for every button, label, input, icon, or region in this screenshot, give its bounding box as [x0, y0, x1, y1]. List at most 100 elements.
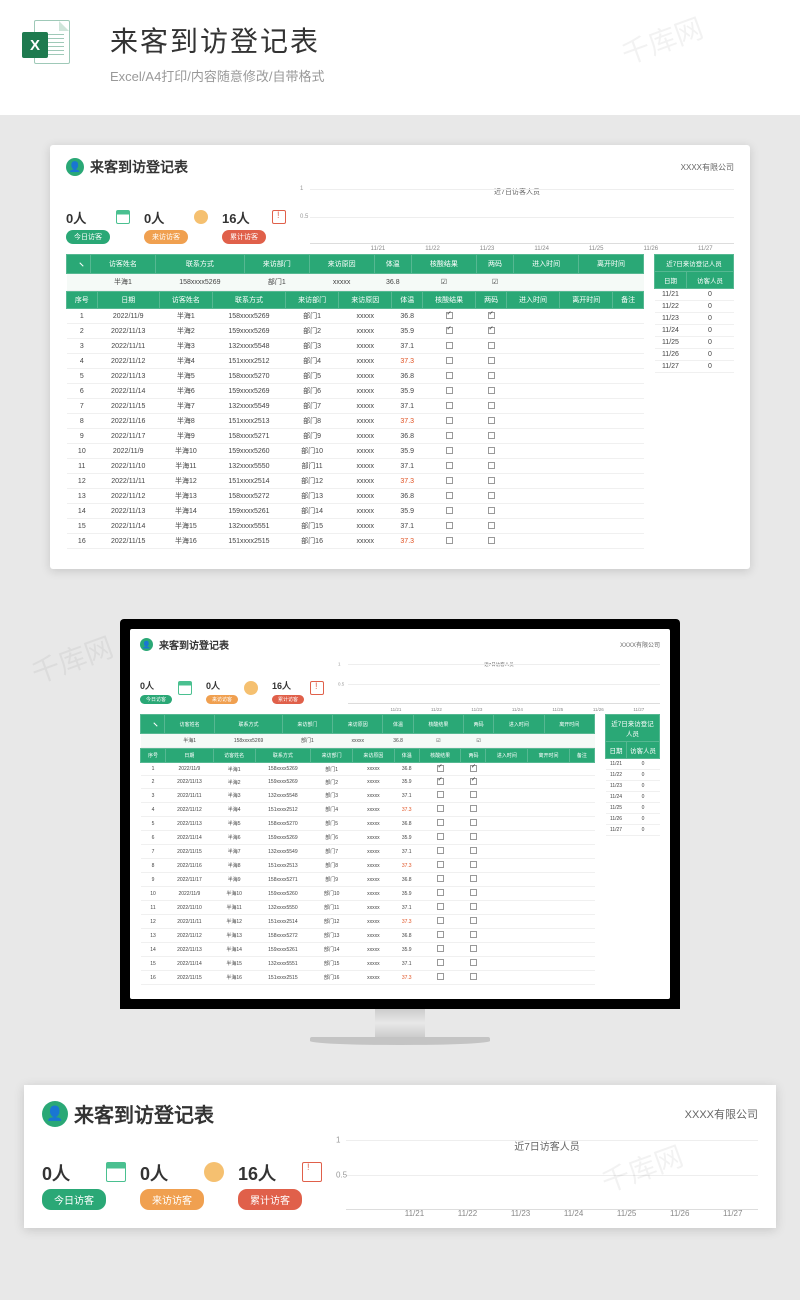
filter-value[interactable]: ☑	[413, 734, 463, 748]
table-row[interactable]: 92022/11/17半海9158xxxx5271部门9xxxxx36.8	[67, 429, 644, 444]
checkbox-icon[interactable]	[446, 402, 453, 409]
checkbox-icon[interactable]	[446, 462, 453, 469]
checkbox-icon[interactable]	[488, 477, 495, 484]
checkbox-icon[interactable]	[470, 959, 477, 966]
checkbox-icon[interactable]	[470, 833, 477, 840]
checkbox-icon[interactable]	[488, 432, 495, 439]
checkbox-icon[interactable]	[470, 805, 477, 812]
filter-value[interactable]: xxxxx	[333, 734, 383, 748]
filter-value[interactable]	[579, 274, 644, 291]
checkbox-icon[interactable]	[437, 791, 444, 798]
checkbox-icon[interactable]	[488, 312, 495, 319]
checkbox-icon[interactable]	[446, 327, 453, 334]
checkbox-icon[interactable]	[470, 847, 477, 854]
filter-value[interactable]: 部门1	[282, 734, 332, 748]
search-icon[interactable]	[148, 718, 158, 728]
table-row[interactable]: 62022/11/14半海6159xxxx5269部门6xxxxx35.9	[141, 831, 595, 845]
checkbox-icon[interactable]	[437, 778, 444, 785]
checkbox-icon[interactable]	[470, 875, 477, 882]
table-row[interactable]: 22022/11/13半海2159xxxx5269部门2xxxxx35.9	[67, 324, 644, 339]
checkbox-icon[interactable]	[488, 462, 495, 469]
checkbox-icon[interactable]	[437, 833, 444, 840]
checkbox-icon[interactable]	[488, 357, 495, 364]
checkbox-icon[interactable]	[446, 537, 453, 544]
table-row[interactable]: 82022/11/16半海8151xxxx2513部门8xxxxx37.3	[141, 859, 595, 873]
filter-value[interactable]: 部门1	[244, 274, 309, 291]
table-row[interactable]: 12022/11/9半海1158xxxx5269部门1xxxxx36.8	[67, 309, 644, 324]
checkbox-icon[interactable]	[470, 765, 477, 772]
table-row[interactable]: 102022/11/9半海10159xxxx5260部门10xxxxx35.9	[141, 887, 595, 901]
checkbox-icon[interactable]	[437, 903, 444, 910]
checkbox-icon[interactable]	[488, 372, 495, 379]
table-row[interactable]: 92022/11/17半海9158xxxx5271部门9xxxxx36.8	[141, 873, 595, 887]
table-row[interactable]: 152022/11/14半海15132xxxx5551部门15xxxxx37.1	[67, 519, 644, 534]
checkbox-icon[interactable]	[446, 492, 453, 499]
checkbox-icon[interactable]	[446, 522, 453, 529]
checkbox-icon[interactable]	[446, 312, 453, 319]
checkbox-icon[interactable]	[446, 417, 453, 424]
filter-value[interactable]	[544, 734, 594, 748]
table-row[interactable]: 52022/11/13半海5158xxxx5270部门5xxxxx36.8	[67, 369, 644, 384]
checkbox-icon[interactable]	[488, 507, 495, 514]
checkbox-icon[interactable]	[446, 507, 453, 514]
checkbox-icon[interactable]	[470, 903, 477, 910]
table-row[interactable]: 142022/11/13半海14159xxxx5261部门14xxxxx35.9	[67, 504, 644, 519]
checkbox-icon[interactable]	[470, 889, 477, 896]
checkbox-icon[interactable]	[488, 402, 495, 409]
checkbox-icon[interactable]	[446, 357, 453, 364]
checkbox-icon[interactable]	[437, 889, 444, 896]
filter-value[interactable]: xxxxx	[309, 274, 374, 291]
checkbox-icon[interactable]	[470, 819, 477, 826]
table-row[interactable]: 22022/11/13半海2159xxxx5269部门2xxxxx35.9	[141, 776, 595, 789]
table-row[interactable]: 142022/11/13半海14159xxxx5261部门14xxxxx35.9	[141, 943, 595, 957]
checkbox-icon[interactable]	[488, 522, 495, 529]
checkbox-icon[interactable]	[446, 432, 453, 439]
table-row[interactable]: 32022/11/11半海3132xxxx5548部门3xxxxx37.1	[67, 339, 644, 354]
filter-value[interactable]: 36.8	[383, 734, 413, 748]
table-row[interactable]: 32022/11/11半海3132xxxx5548部门3xxxxx37.1	[141, 789, 595, 803]
checkbox-icon[interactable]	[446, 372, 453, 379]
checkbox-icon[interactable]	[446, 387, 453, 394]
checkbox-icon[interactable]	[437, 875, 444, 882]
filter-value[interactable]: ☑	[464, 734, 494, 748]
filter-value[interactable]: ☑	[476, 274, 513, 291]
table-row[interactable]: 162022/11/15半海16151xxxx2515部门16xxxxx37.3	[141, 971, 595, 985]
checkbox-icon[interactable]	[446, 477, 453, 484]
checkbox-icon[interactable]	[446, 447, 453, 454]
search-icon[interactable]	[74, 258, 84, 268]
filter-value[interactable]: ☑	[411, 274, 476, 291]
checkbox-icon[interactable]	[437, 765, 444, 772]
checkbox-icon[interactable]	[437, 805, 444, 812]
checkbox-icon[interactable]	[470, 931, 477, 938]
table-row[interactable]: 62022/11/14半海6159xxxx5269部门6xxxxx35.9	[67, 384, 644, 399]
table-row[interactable]: 122022/11/11半海12151xxxx2514部门12xxxxx37.3	[67, 474, 644, 489]
table-row[interactable]: 72022/11/15半海7132xxxx5549部门7xxxxx37.1	[67, 399, 644, 414]
filter-value[interactable]	[494, 734, 544, 748]
table-row[interactable]: 112022/11/10半海11132xxxx5550部门11xxxxx37.1	[141, 901, 595, 915]
checkbox-icon[interactable]	[437, 917, 444, 924]
checkbox-icon[interactable]	[437, 945, 444, 952]
filter-value[interactable]: 半海1	[91, 274, 156, 291]
table-row[interactable]: 42022/11/12半海4151xxxx2512部门4xxxxx37.3	[67, 354, 644, 369]
checkbox-icon[interactable]	[437, 861, 444, 868]
table-row[interactable]: 72022/11/15半海7132xxxx5549部门7xxxxx37.1	[141, 845, 595, 859]
checkbox-icon[interactable]	[470, 917, 477, 924]
checkbox-icon[interactable]	[488, 342, 495, 349]
checkbox-icon[interactable]	[488, 417, 495, 424]
table-row[interactable]: 162022/11/15半海16151xxxx2515部门16xxxxx37.3	[67, 534, 644, 549]
table-row[interactable]: 52022/11/13半海5158xxxx5270部门5xxxxx36.8	[141, 817, 595, 831]
filter-value[interactable]: 半海1	[165, 734, 215, 748]
table-row[interactable]: 112022/11/10半海11132xxxx5550部门11xxxxx37.1	[67, 459, 644, 474]
table-row[interactable]: 132022/11/12半海13158xxxx5272部门13xxxxx36.8	[67, 489, 644, 504]
checkbox-icon[interactable]	[488, 447, 495, 454]
filter-value[interactable]: 158xxxx5269	[215, 734, 282, 748]
checkbox-icon[interactable]	[488, 327, 495, 334]
table-row[interactable]: 42022/11/12半海4151xxxx2512部门4xxxxx37.3	[141, 803, 595, 817]
filter-value[interactable]: 36.8	[374, 274, 411, 291]
table-row[interactable]: 82022/11/16半海8151xxxx2513部门8xxxxx37.3	[67, 414, 644, 429]
checkbox-icon[interactable]	[437, 973, 444, 980]
checkbox-icon[interactable]	[488, 537, 495, 544]
table-row[interactable]: 12022/11/9半海1158xxxx5269部门1xxxxx36.8	[141, 763, 595, 776]
table-row[interactable]: 122022/11/11半海12151xxxx2514部门12xxxxx37.3	[141, 915, 595, 929]
checkbox-icon[interactable]	[446, 342, 453, 349]
